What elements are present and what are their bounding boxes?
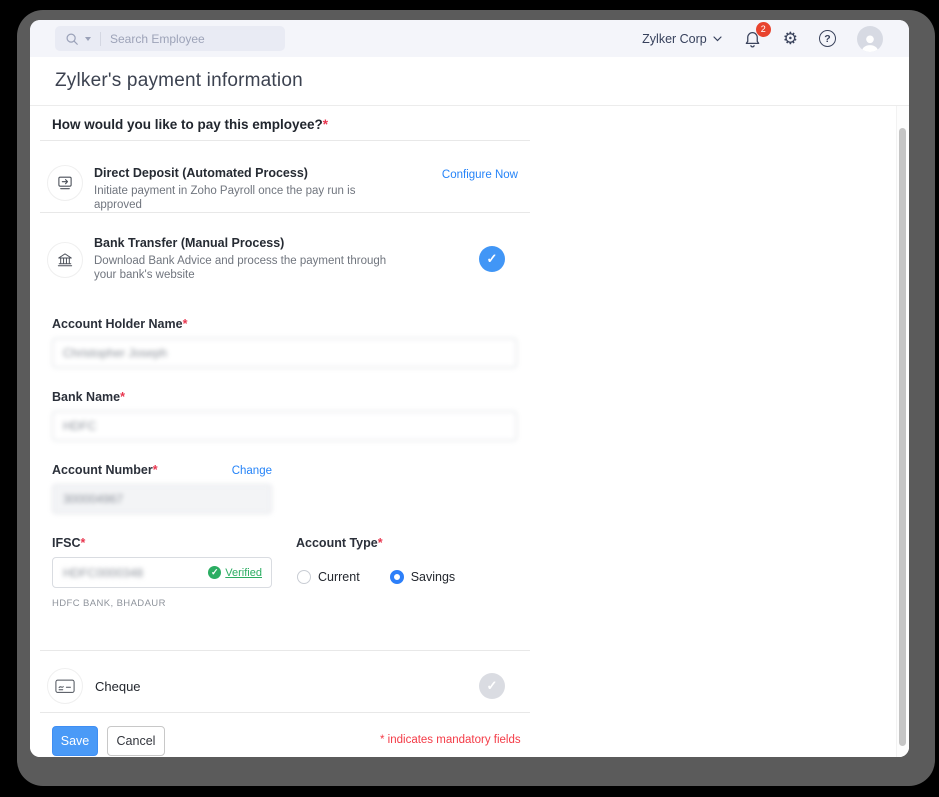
account-type-radio-group: Current Savings: [297, 570, 455, 584]
radio-current-label: Current: [318, 570, 360, 584]
topbar-right: Zylker Corp 2 ⚙ ?: [642, 26, 883, 52]
direct-deposit-text: Direct Deposit (Automated Process) Initi…: [94, 166, 394, 213]
scrollbar-track[interactable]: [896, 106, 909, 757]
screenshot-stage: Zylker Corp 2 ⚙ ? Zylker's payment infor…: [0, 0, 939, 797]
radio-savings[interactable]: Savings: [390, 570, 455, 584]
account-number-input[interactable]: [52, 484, 272, 514]
verified-label[interactable]: Verified: [225, 567, 262, 579]
method-direct-deposit[interactable]: Direct Deposit (Automated Process) Initi…: [47, 151, 518, 213]
direct-deposit-icon: [56, 174, 74, 192]
bank-transfer-icon-circle: [47, 242, 83, 278]
cheque-icon-circle: [47, 668, 83, 704]
ifsc-field: ✓ Verified: [52, 557, 272, 588]
bank-icon: [56, 251, 74, 269]
app-window: Zylker Corp 2 ⚙ ? Zylker's payment infor…: [30, 20, 909, 757]
label-text: Account Holder Name: [52, 317, 183, 331]
account-type-label: Account Type*: [296, 536, 383, 550]
label-text: Bank Name: [52, 390, 120, 404]
method-bank-transfer[interactable]: Bank Transfer (Manual Process) Download …: [47, 234, 518, 283]
verified-check-icon: ✓: [208, 566, 221, 579]
account-holder-name-input[interactable]: [52, 338, 517, 368]
ifsc-input[interactable]: [53, 566, 208, 580]
chevron-down-icon: [713, 36, 722, 42]
org-switcher[interactable]: Zylker Corp: [642, 32, 722, 46]
topbar: Zylker Corp 2 ⚙ ?: [30, 20, 909, 57]
required-asterisk: *: [153, 463, 158, 477]
search-input[interactable]: [110, 32, 260, 46]
cheque-unselected-check-icon[interactable]: ✓: [479, 673, 505, 699]
required-asterisk: *: [120, 390, 125, 404]
radio-selected-icon[interactable]: [390, 570, 404, 584]
ifsc-label: IFSC*: [52, 536, 85, 550]
bank-transfer-description: Download Bank Advice and process the pay…: [94, 254, 394, 283]
radio-savings-label: Savings: [411, 570, 455, 584]
bank-transfer-selected-check-icon[interactable]: ✓: [479, 246, 505, 272]
direct-deposit-description: Initiate payment in Zoho Payroll once th…: [94, 184, 394, 213]
search-box[interactable]: [55, 26, 285, 51]
bank-transfer-title: Bank Transfer (Manual Process): [94, 236, 394, 250]
person-icon: [859, 32, 881, 52]
radio-current[interactable]: Current: [297, 570, 360, 584]
label-text: IFSC: [52, 536, 80, 550]
label-text: Account Type: [296, 536, 378, 550]
form-actions: Save Cancel: [52, 726, 165, 756]
search-divider: [100, 32, 101, 46]
content-area: How would you like to pay this employee?…: [30, 106, 909, 757]
account-number-label: Account Number*: [52, 463, 158, 477]
gear-icon[interactable]: ⚙: [783, 30, 798, 47]
label-text: Account Number: [52, 463, 153, 477]
required-asterisk: *: [183, 317, 188, 331]
mandatory-fields-note: * indicates mandatory fields: [380, 734, 521, 746]
cheque-title: Cheque: [95, 679, 141, 694]
cheque-icon: [55, 679, 75, 694]
change-account-number-link[interactable]: Change: [232, 465, 272, 477]
account-holder-name-label: Account Holder Name*: [52, 317, 187, 331]
method-cheque[interactable]: Cheque ✓: [47, 668, 518, 704]
bank-name-input[interactable]: [52, 411, 517, 441]
bank-transfer-text: Bank Transfer (Manual Process) Download …: [94, 236, 394, 283]
required-asterisk: *: [80, 536, 85, 550]
scrollbar-thumb[interactable]: [899, 128, 906, 746]
page-header: Zylker's payment information: [30, 57, 909, 106]
divider: [40, 650, 530, 651]
cancel-button[interactable]: Cancel: [107, 726, 165, 756]
bank-name-label: Bank Name*: [52, 390, 125, 404]
account-number-label-row: Account Number* Change: [52, 463, 272, 477]
required-asterisk: *: [323, 117, 328, 132]
radio-unselected-icon[interactable]: [297, 570, 311, 584]
required-asterisk: *: [378, 536, 383, 550]
save-button[interactable]: Save: [52, 726, 98, 756]
help-icon[interactable]: ?: [819, 30, 836, 47]
direct-deposit-icon-circle: [47, 165, 83, 201]
org-name: Zylker Corp: [642, 32, 707, 46]
notification-badge: 2: [756, 22, 771, 37]
ifsc-verified-badge: ✓ Verified: [208, 566, 262, 579]
search-icon: [65, 32, 79, 46]
notifications-button[interactable]: 2: [743, 29, 762, 49]
payment-method-heading: How would you like to pay this employee?…: [52, 117, 328, 132]
configure-now-link[interactable]: Configure Now: [442, 169, 518, 181]
page-title: Zylker's payment information: [55, 70, 303, 92]
user-avatar[interactable]: [857, 26, 883, 52]
heading-text: How would you like to pay this employee?: [52, 117, 323, 132]
divider: [40, 212, 530, 213]
search-scope-chevron-icon[interactable]: [85, 37, 91, 41]
divider: [40, 712, 530, 713]
ifsc-bank-branch-text: HDFC BANK, BHADAUR: [52, 598, 166, 609]
direct-deposit-title: Direct Deposit (Automated Process): [94, 166, 394, 180]
divider: [40, 140, 530, 141]
